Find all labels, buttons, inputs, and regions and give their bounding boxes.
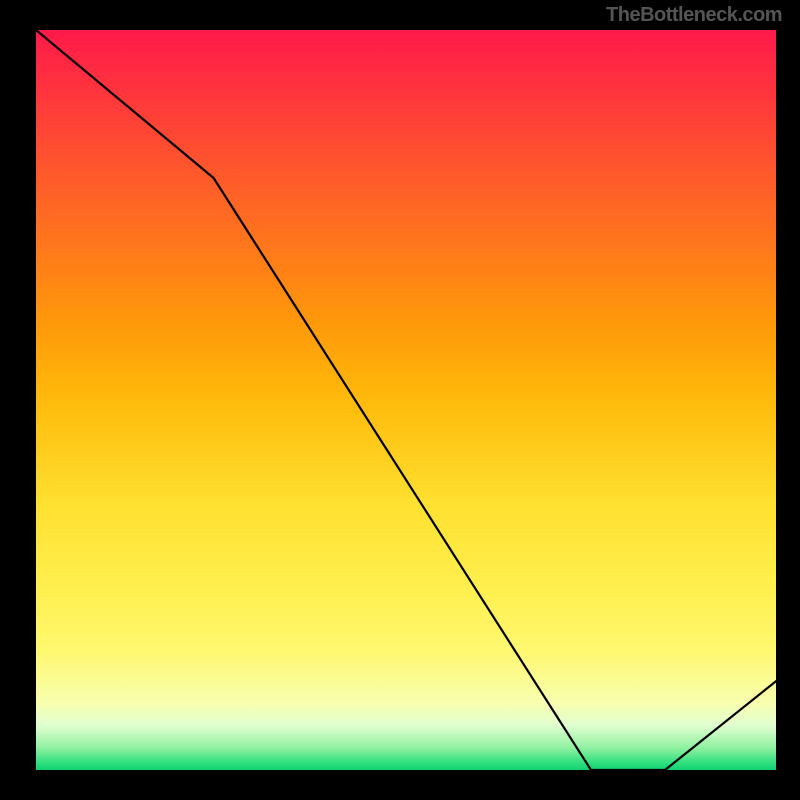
watermark-text: TheBottleneck.com [606, 4, 782, 27]
bottleneck-curve-line [36, 30, 776, 770]
chart-line-svg [36, 30, 776, 770]
chart-plot-area [36, 30, 776, 770]
